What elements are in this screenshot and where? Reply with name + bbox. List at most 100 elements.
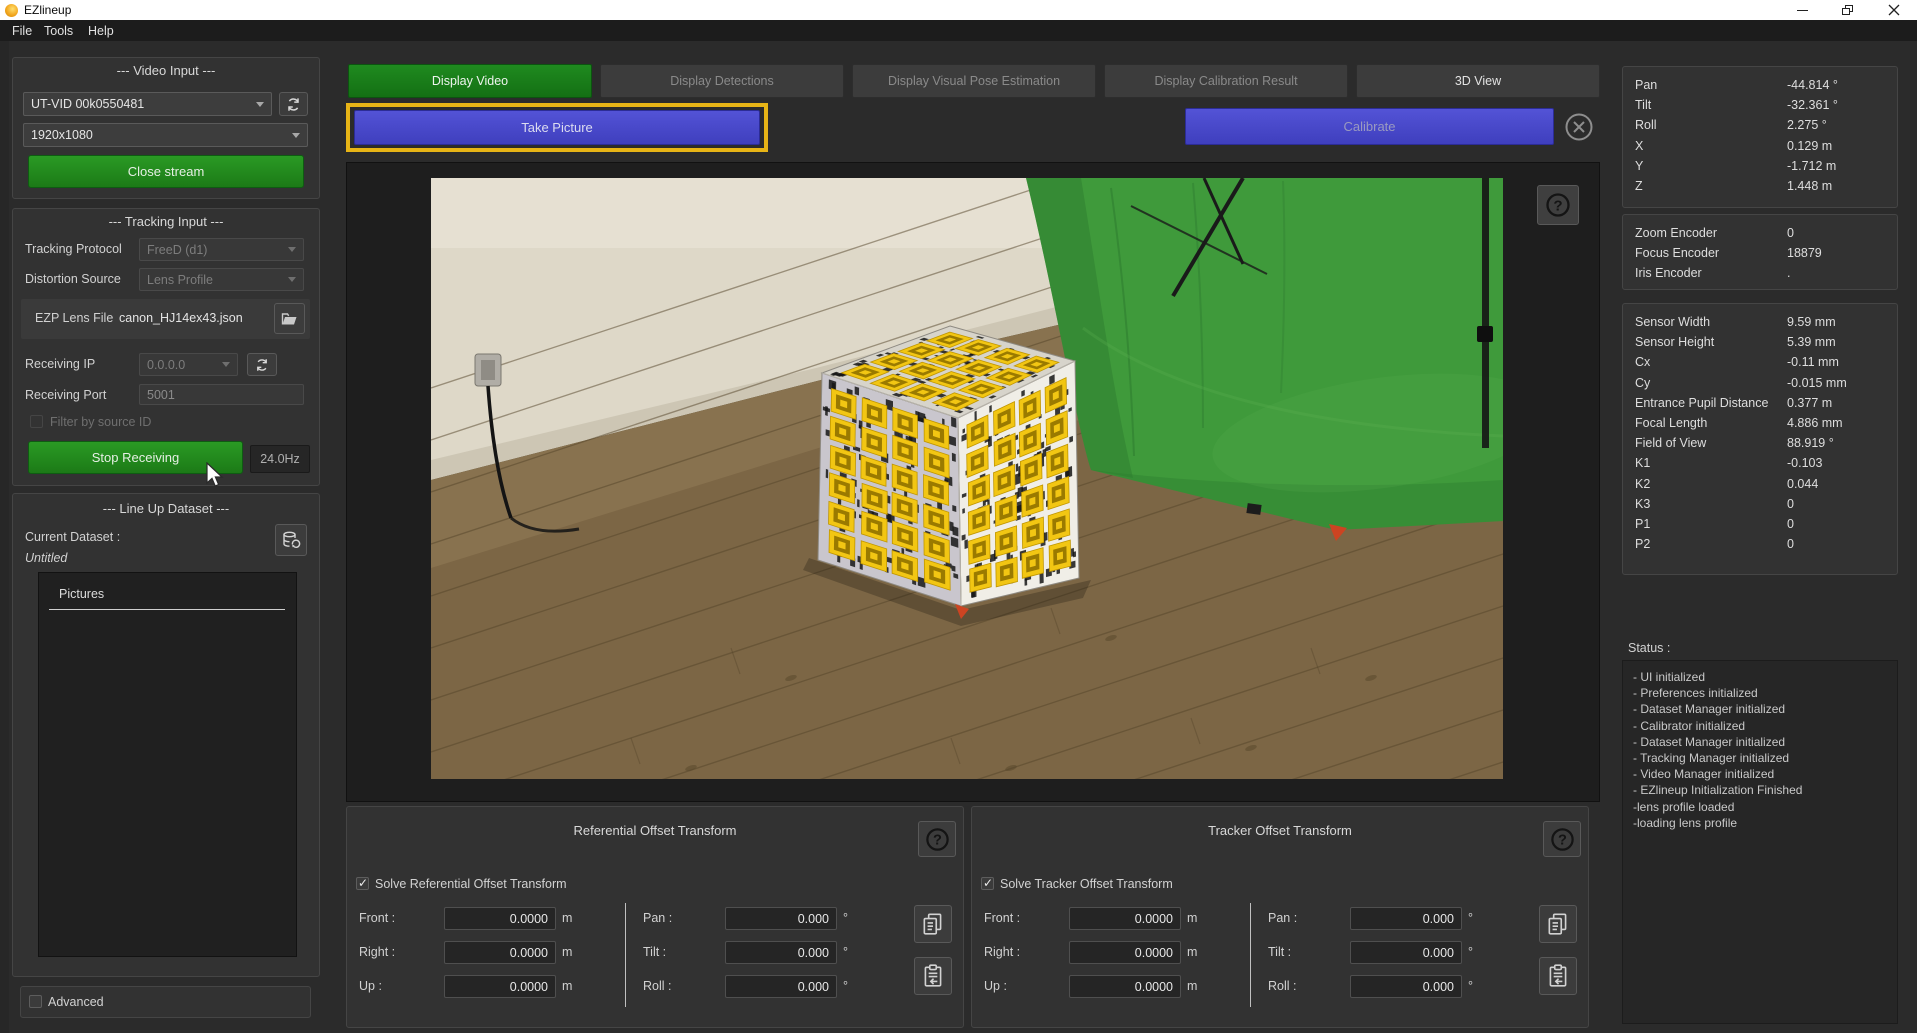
referential-copy-button[interactable]: [914, 905, 952, 943]
referential-upinput[interactable]: 0.0000: [444, 975, 556, 998]
filter-source-checkbox[interactable]: [30, 415, 43, 428]
advanced-checkbox[interactable]: [29, 995, 42, 1008]
status-line: - Tracking Manager initialized: [1633, 751, 1790, 766]
mouse-cursor: [206, 461, 228, 495]
tab-display-detections[interactable]: Display Detections: [600, 64, 844, 98]
tracker-tiltinput[interactable]: 0.000: [1350, 941, 1462, 964]
svg-text:?: ?: [1558, 832, 1567, 848]
telemetry-value: 0: [1787, 537, 1794, 552]
status-line: - Calibrator initialized: [1633, 718, 1746, 733]
copy-icon: [923, 913, 942, 935]
pose-telemetry-box: Pan -44.814 ° Tilt -32.361 ° Roll 2.275 ° X 0.1…: [1622, 66, 1898, 208]
referential-solve-checkbox[interactable]: [356, 876, 369, 890]
tracking-protocol-dropdown[interactable]: FreeD (d1): [139, 238, 304, 261]
distortion-source-label: Distortion Source: [25, 272, 121, 286]
referential-rightinput[interactable]: 0.0000: [444, 941, 556, 964]
status-line: - Video Manager initialized: [1633, 767, 1775, 782]
menu-file[interactable]: File: [8, 22, 36, 40]
video-device-value: UT-VID 00k0550481: [31, 97, 145, 111]
video-help-button[interactable]: ?: [1537, 185, 1579, 225]
status-label: Status :: [1628, 641, 1671, 655]
advanced-group: Advanced: [20, 986, 311, 1018]
tab-3d-view[interactable]: 3D View: [1356, 64, 1600, 98]
refresh-icon: [257, 358, 267, 371]
unit-label: °: [1468, 979, 1473, 993]
referential-paste-button[interactable]: [914, 957, 952, 995]
telemetry-label: Cy: [1635, 375, 1651, 390]
receiving-port-input[interactable]: 5001: [139, 384, 304, 405]
menu-tools[interactable]: Tools: [40, 22, 77, 40]
field-label-up: Up :: [359, 979, 382, 993]
restore-button[interactable]: [1825, 0, 1871, 20]
unit-label: m: [562, 911, 573, 925]
tracker-solve-checkbox[interactable]: [981, 876, 994, 890]
status-line: -loading lens profile: [1633, 815, 1738, 830]
telemetry-value: -0.11 mm: [1787, 355, 1839, 370]
dataset-manager-button[interactable]: [275, 524, 307, 556]
referential-tiltinput[interactable]: 0.000: [725, 941, 837, 964]
take-picture-button[interactable]: Take Picture: [354, 110, 760, 145]
distortion-source-value: Lens Profile: [147, 272, 214, 287]
distortion-source-dropdown[interactable]: Lens Profile: [139, 268, 304, 291]
menubar: File Tools Help: [0, 20, 1917, 41]
close-stream-button[interactable]: Close stream: [28, 155, 304, 188]
help-icon: ?: [1550, 827, 1574, 851]
referential-paninput[interactable]: 0.000: [725, 907, 837, 930]
tracker-paninput[interactable]: 0.000: [1350, 907, 1462, 930]
resolution-dropdown[interactable]: 1920x1080: [23, 123, 308, 147]
telemetry-row-zoom-encoder: Zoom Encoder 0: [1623, 223, 1897, 243]
lens-telemetry-box: Sensor Width 9.59 mm Sensor Height 5.39 mm C…: [1622, 303, 1898, 575]
telemetry-value: 0.044: [1787, 476, 1819, 491]
video-device-dropdown[interactable]: UT-VID 00k0550481: [23, 92, 272, 116]
referential-rollinput[interactable]: 0.000: [725, 975, 837, 998]
telemetry-value: 2.275 °: [1787, 118, 1827, 133]
telemetry-row-p2: P2 0: [1623, 534, 1897, 554]
tab-display-video[interactable]: Display Video: [348, 64, 592, 98]
telemetry-label: X: [1635, 138, 1644, 153]
minimize-button[interactable]: [1779, 0, 1825, 20]
calibrate-button[interactable]: Calibrate: [1185, 108, 1554, 145]
copy-icon: [1548, 913, 1567, 935]
telemetry-row-focal-length: Focal Length 4.886 mm: [1623, 413, 1897, 433]
transform-panel-referential: Referential Offset Transform? Solve Refer…: [346, 806, 964, 1028]
unit-label: °: [843, 979, 848, 993]
cancel-calibration-button[interactable]: [1563, 111, 1595, 143]
referential-frontinput[interactable]: 0.0000: [444, 907, 556, 930]
tab-display-visual-pose-estimation[interactable]: Display Visual Pose Estimation: [852, 64, 1096, 98]
status-line: - Dataset Manager initialized: [1633, 734, 1786, 749]
telemetry-row-pan: Pan -44.814 °: [1623, 75, 1897, 95]
field-label-front: Front :: [359, 911, 396, 925]
tracker-paste-button[interactable]: [1539, 957, 1577, 995]
tracker-rightinput[interactable]: 0.0000: [1069, 941, 1181, 964]
refresh-devices-button[interactable]: [279, 92, 308, 116]
receiving-ip-dropdown[interactable]: 0.0.0.0: [139, 353, 238, 376]
tracker-frontinput[interactable]: 0.0000: [1069, 907, 1181, 930]
database-sync-icon: [283, 531, 301, 549]
close-button[interactable]: [1871, 0, 1917, 20]
video-display-panel: ?: [346, 33, 1600, 1033]
tab-display-calibration-result[interactable]: Display Calibration Result: [1104, 64, 1348, 98]
tracker-rollinput[interactable]: 0.000: [1350, 975, 1462, 998]
telemetry-value: 5.39 mm: [1787, 335, 1836, 350]
referential-help-button[interactable]: ?: [918, 821, 956, 857]
pictures-list[interactable]: Pictures: [38, 572, 297, 957]
telemetry-value: 4.886 mm: [1787, 416, 1843, 431]
telemetry-row-cx: Cx -0.11 mm: [1623, 352, 1897, 372]
lens-file-label: EZP Lens File: [35, 311, 114, 325]
menu-help[interactable]: Help: [84, 22, 118, 40]
field-divider: [625, 903, 626, 1007]
chevron-down-icon: [292, 132, 300, 138]
tracker-copy-button[interactable]: [1539, 905, 1577, 943]
refresh-ip-button[interactable]: [247, 353, 277, 376]
browse-lens-file-button[interactable]: [274, 303, 305, 334]
tracking-input-header: --- Tracking Input ---: [108, 214, 224, 229]
tracker-upinput[interactable]: 0.0000: [1069, 975, 1181, 998]
telemetry-value: -1.712 m: [1787, 158, 1837, 173]
telemetry-label: Sensor Width: [1635, 315, 1711, 330]
svg-text:?: ?: [933, 832, 942, 848]
advanced-label: Advanced: [48, 995, 104, 1009]
telemetry-label: P2: [1635, 537, 1651, 552]
tracker-help-button[interactable]: ?: [1543, 821, 1581, 857]
telemetry-row-roll: Roll 2.275 °: [1623, 115, 1897, 135]
help-icon: ?: [925, 827, 949, 851]
